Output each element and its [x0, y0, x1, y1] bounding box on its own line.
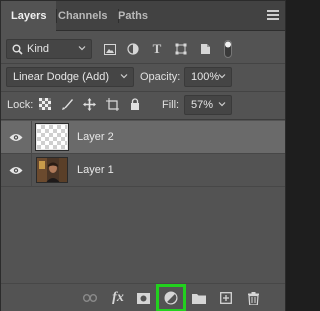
tab-paths[interactable]: Paths [108, 1, 158, 31]
lock-all-icon[interactable] [128, 97, 142, 111]
adjustment-filter-icon[interactable] [125, 41, 141, 57]
layer-name[interactable]: Layer 2 [77, 121, 114, 153]
eye-icon[interactable] [9, 166, 23, 175]
tab-channels-label: Channels [58, 10, 108, 22]
filter-kind-label: Kind [27, 43, 50, 55]
tab-paths-label: Paths [118, 10, 148, 22]
lock-transparent-pixels-icon[interactable] [38, 97, 52, 111]
filter-kind-dropdown[interactable]: Kind [6, 39, 92, 59]
fill-label: Fill: [162, 99, 180, 111]
type-filter-icon[interactable]: T [149, 41, 165, 57]
opacity-value: 100% [191, 71, 220, 83]
search-icon [12, 44, 23, 55]
eye-icon[interactable] [9, 133, 23, 142]
chevron-down-icon [120, 74, 128, 79]
layer-row-layer-1[interactable]: Layer 1 [1, 154, 285, 186]
lock-row: Lock: Fill: 57% [1, 93, 285, 117]
chevron-down-icon[interactable] [218, 100, 226, 108]
lock-label: Lock: [7, 99, 34, 111]
blend-mode-value: Linear Dodge (Add) [13, 71, 110, 83]
blend-mode-dropdown[interactable]: Linear Dodge (Add) [6, 67, 134, 87]
chevron-down-icon [78, 46, 86, 51]
panel-menu-icon[interactable] [267, 10, 279, 21]
chevron-down-icon[interactable] [218, 72, 226, 80]
panel-tab-bar: Layers Channels Paths [1, 1, 285, 32]
fill-field[interactable]: 57% [184, 95, 232, 115]
lock-image-pixels-icon[interactable] [61, 97, 75, 111]
layer-row-layer-2[interactable]: Layer 2 [1, 121, 285, 153]
visibility-toggle[interactable] [1, 121, 31, 153]
new-layer-icon[interactable] [215, 288, 237, 308]
pixel-filter-icon[interactable] [102, 41, 118, 57]
filter-toggle-icon[interactable] [221, 39, 235, 59]
visibility-toggle[interactable] [1, 154, 31, 186]
link-layers-icon[interactable] [79, 288, 101, 308]
shape-filter-icon[interactable] [173, 41, 189, 57]
add-mask-icon[interactable] [132, 288, 154, 308]
blend-row: Linear Dodge (Add) Opacity: 100% [1, 65, 285, 89]
opacity-field[interactable]: 100% [184, 67, 232, 87]
tab-layers-label: Layers [11, 10, 47, 22]
fx-icon[interactable]: fx [107, 288, 129, 308]
layer-name[interactable]: Layer 1 [77, 154, 114, 186]
filter-row: Kind T [1, 37, 285, 61]
layers-panel: Layers Channels Paths Kind T Linear Dodg… [0, 0, 286, 311]
layer-thumbnail-transparent[interactable] [35, 123, 69, 151]
adjustment-layer-icon[interactable] [156, 284, 186, 311]
fill-value: 57% [191, 99, 214, 111]
layers-bottom-toolbar: fx [1, 283, 285, 311]
lock-position-icon[interactable] [82, 97, 96, 111]
smart-object-filter-icon[interactable] [197, 41, 213, 57]
trash-icon[interactable] [242, 288, 264, 308]
lock-artboard-icon[interactable] [105, 97, 119, 111]
folder-icon[interactable] [188, 288, 210, 308]
layer-thumbnail-photo[interactable] [36, 157, 68, 183]
opacity-label: Opacity: [140, 71, 181, 83]
